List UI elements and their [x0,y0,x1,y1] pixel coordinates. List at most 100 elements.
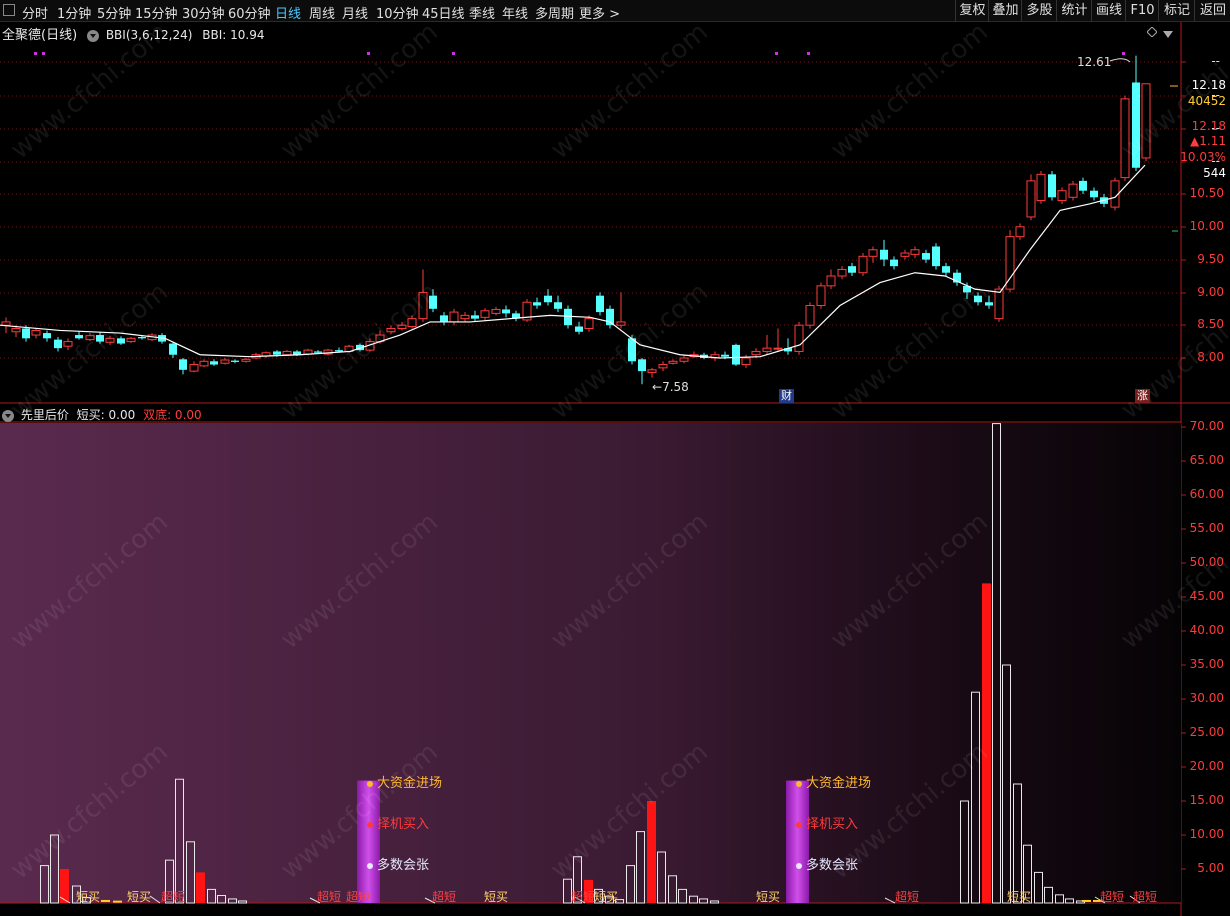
diamond-icon[interactable] [1146,26,1158,40]
candle-body-down [231,360,239,362]
bullet-dot-icon [367,780,373,787]
toolbar-button[interactable]: 复权 [955,0,989,21]
price-tick-label: 8.50 [1197,317,1224,331]
period-tab[interactable]: 更多 > [579,3,620,22]
candle-body-up [794,324,804,352]
candle-body-up [1057,190,1067,202]
legend-item: 择机买入 [796,813,858,832]
signal-label: 短买 [1007,890,1032,904]
signal-marker [1122,52,1125,55]
period-tab[interactable]: 60分钟 [228,3,271,22]
signal-marker [775,52,778,55]
bullet-dot-icon [367,821,373,828]
signal-marker [42,52,45,55]
toolbar-button[interactable]: 返回 [1194,0,1230,21]
candle-body-down [721,354,729,357]
candle-body-down [880,249,888,260]
collapse-icon[interactable] [2,409,14,422]
candle-body-down [502,309,510,314]
period-tab[interactable]: 年线 [502,3,528,22]
candle-body-up [11,327,21,333]
period-tab[interactable]: 45日线 [422,3,465,22]
period-tab[interactable]: 多周期 [535,3,574,22]
candle-body-up [491,308,501,314]
period-tab[interactable]: 5分钟 [97,3,131,22]
period-tab[interactable]: 季线 [469,3,495,22]
legend-item: 多数会张 [796,854,858,873]
candle-body-up [837,268,847,277]
candle-body-down [314,351,322,353]
signal-label: 短买 [594,890,619,904]
period-tab[interactable]: 1分钟 [57,3,91,22]
candle-body-down [169,343,177,355]
candle-body-up [282,350,292,356]
period-tab[interactable]: 分时 [22,3,48,22]
price-tick-label: 9.50 [1197,252,1224,266]
signal-label: 超短 [161,890,186,904]
period-tab[interactable]: 10分钟 [376,3,419,22]
toolbar-button[interactable]: 多股 [1021,0,1057,21]
signal-marker [807,52,810,55]
short-buy-value: 短买: 0.00 [76,408,136,422]
yellow-tick [101,899,110,902]
candle-body-up [584,318,594,329]
candle-body-up [241,358,251,362]
limit-up-badge[interactable]: 涨 [1135,389,1150,403]
toolbar-button[interactable]: 画线 [1091,0,1126,21]
red-volume-bar [647,801,656,903]
sub-tick-label: 20.00 [1189,759,1224,773]
sub-tick-label: 45.00 [1189,589,1224,603]
candle-body-down [440,315,448,322]
candle-body-up [658,364,668,369]
legend-label: 多数会张 [377,858,430,873]
candle-body-down [533,302,541,306]
candle-body-up [994,288,1004,320]
legend-item: 多数会张 [367,854,429,873]
period-tab[interactable]: 15分钟 [135,3,178,22]
period-toolbar: 分时 1分钟 5分钟 15分钟 30分钟 60分钟 日线 周线 月线 10分钟 45日线 季线 年线 多周… [0,0,1230,22]
candle-body-down [210,361,218,365]
candle-body-up [63,341,73,347]
candle-body-up [751,350,761,356]
candle-body-up [805,305,815,326]
candle-body-up [449,311,459,323]
legend-label: 大资金进场 [377,776,443,791]
candle-body-up [189,364,199,372]
toolbar-button[interactable]: F10 [1125,0,1159,21]
candle-body-down [575,326,583,332]
checkbox-icon[interactable] [3,4,15,16]
bullet-dot-icon [796,862,802,869]
price-tick-label: 10.00 [1189,219,1224,233]
change-percent: 10.03% [1180,150,1226,164]
triangle-down-icon[interactable] [1163,28,1173,42]
toolbar-button[interactable]: 标记 [1158,0,1195,21]
period-tab[interactable]: 日线 [275,3,301,22]
candle-body-up [668,360,678,364]
sub-tick-label: 60.00 [1189,487,1224,501]
main-panel-header: 全聚德(日线) BBI(3,6,12,24) BBI: 10.94 [2,24,264,43]
sub-indicator-name[interactable]: 先里后价 [21,408,69,422]
candle-body-up [480,310,490,318]
candle-body-up [647,369,657,373]
candle-body-up [126,337,136,343]
period-tab[interactable]: 月线 [342,3,368,22]
candle-body-down [22,328,30,339]
sub-panel-header: 先里后价 短买: 0.00 双底: 0.00 [2,406,202,423]
legend-label: 大资金进场 [806,776,872,791]
candle-body-down [596,295,604,313]
indicator-name[interactable]: BBI(3,6,12,24) [106,28,193,42]
legend-label: 择机买入 [377,817,430,832]
indicator-dropdown-icon[interactable] [86,29,99,42]
candle-body-down [554,302,562,309]
period-tab[interactable]: 30分钟 [182,3,225,22]
period-tab[interactable]: 周线 [309,3,335,22]
candle-body-up [679,357,689,362]
signal-label: 短买 [484,890,509,904]
toolbar-button[interactable]: 统计 [1056,0,1092,21]
finance-badge[interactable]: 财 [779,389,794,403]
candle-body-up [616,321,626,326]
price-tick-label: 10.50 [1189,186,1224,200]
toolbar-button[interactable]: 叠加 [988,0,1022,21]
candle-body-down [54,339,62,349]
legend-label: 择机买入 [806,817,859,832]
